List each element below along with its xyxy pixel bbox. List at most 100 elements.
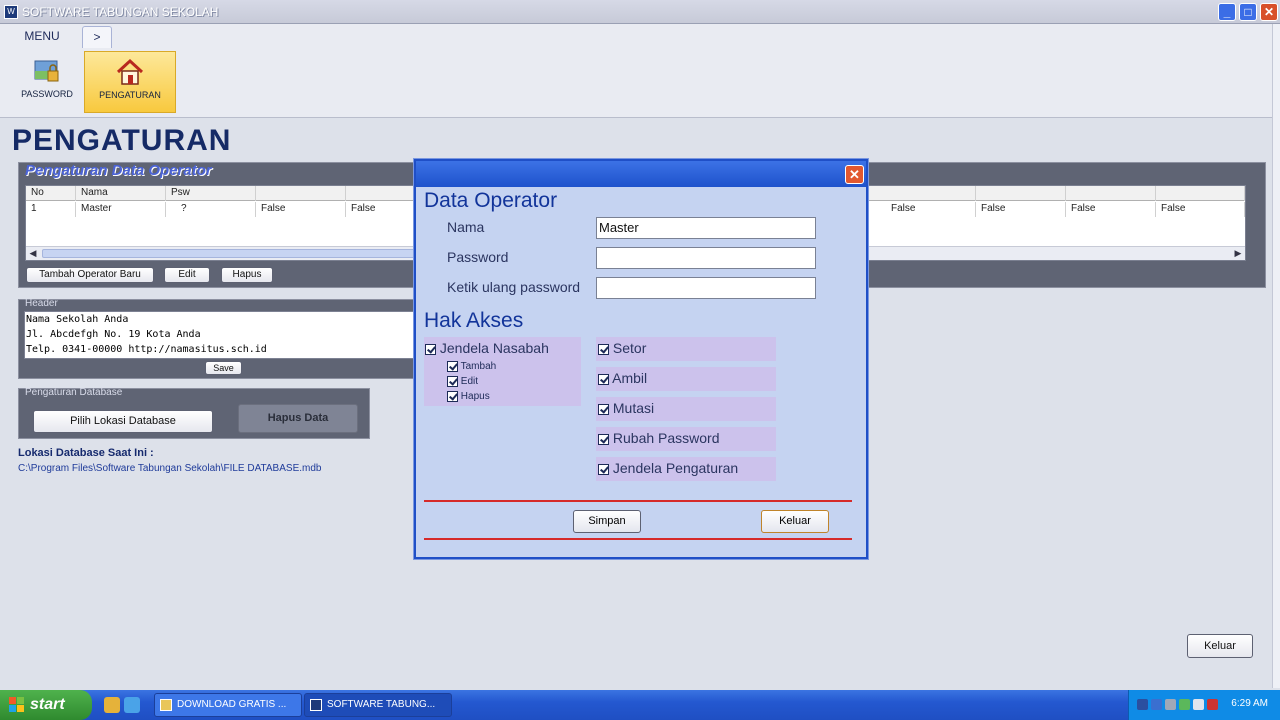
- cell-no: 1: [26, 202, 76, 217]
- cell-flag: False: [1066, 202, 1156, 217]
- house-icon: [116, 58, 144, 85]
- simpan-button[interactable]: Simpan: [573, 510, 641, 533]
- column-header-blank[interactable]: [256, 186, 346, 201]
- taskbar-item-download[interactable]: DOWNLOAD GRATIS ...: [154, 693, 302, 717]
- app-icon: [310, 699, 322, 711]
- tambah-checkbox[interactable]: Tambah: [447, 361, 496, 372]
- tab-more[interactable]: >: [82, 26, 112, 48]
- start-button[interactable]: start: [0, 690, 92, 720]
- dialog-keluar-button[interactable]: Keluar: [761, 510, 829, 533]
- app-icon: W: [4, 5, 18, 19]
- system-tray: 6:29 AM: [1128, 690, 1280, 720]
- jendela-nasabah-label: Jendela Nasabah: [439, 340, 549, 356]
- jendela-nasabah-checkbox[interactable]: Jendela Nasabah: [425, 340, 549, 356]
- data-operator-dialog: ✕ Data Operator Nama Master Password Ket…: [414, 159, 868, 559]
- cell-flag: False: [976, 202, 1066, 217]
- checkbox-icon[interactable]: [598, 343, 609, 355]
- checkbox-icon[interactable]: [598, 373, 609, 385]
- checkbox-icon[interactable]: [447, 361, 458, 372]
- pilih-lokasi-button[interactable]: Pilih Lokasi Database: [33, 410, 213, 433]
- column-header-psw[interactable]: Psw: [166, 186, 256, 201]
- tab-menu[interactable]: MENU: [14, 26, 70, 48]
- tray-icon[interactable]: [1165, 699, 1176, 710]
- minimize-button[interactable]: _: [1218, 3, 1236, 21]
- column-header-blank[interactable]: [886, 186, 976, 201]
- pengaturan-ribbon-button[interactable]: PENGATURAN: [84, 51, 176, 113]
- header-line: Telp. 0341-00000 http://namasitus.sch.id: [26, 344, 267, 355]
- ketik-ulang-label: Ketik ulang password: [447, 279, 581, 295]
- dialog-heading: Data Operator: [424, 189, 558, 212]
- checkbox-icon[interactable]: [447, 391, 458, 402]
- header-line: Jl. Abcdefgh No. 19 Kota Anda: [26, 329, 201, 340]
- column-header-nama[interactable]: Nama: [76, 186, 166, 201]
- window-title: SOFTWARE TABUNGAN SEKOLAH: [22, 5, 219, 19]
- password-ribbon-button[interactable]: PASSWORD: [14, 51, 80, 113]
- taskbar: start DOWNLOAD GRATIS ... SOFTWARE TABUN…: [0, 690, 1280, 720]
- cell-nama: Master: [76, 202, 166, 217]
- ambil-label: Ambil: [612, 370, 648, 386]
- pengaturan-ribbon-label: PENGATURAN: [99, 90, 161, 100]
- tambah-label: Tambah: [460, 361, 497, 373]
- windows-flag-icon: [9, 697, 24, 712]
- tray-icon[interactable]: [1179, 699, 1190, 710]
- jendela-pengaturan-checkbox[interactable]: Jendela Pengaturan: [596, 457, 776, 481]
- taskbar-item-software[interactable]: SOFTWARE TABUNG...: [304, 693, 452, 717]
- tray-icon[interactable]: [1137, 699, 1148, 710]
- tray-icon[interactable]: [1151, 699, 1162, 710]
- page-title: PENGATURAN: [12, 124, 232, 157]
- rubah-password-checkbox[interactable]: Rubah Password: [596, 427, 776, 451]
- edit-button[interactable]: Edit: [164, 267, 210, 283]
- quicklaunch-folder-icon[interactable]: [104, 697, 120, 713]
- column-header-blank[interactable]: [1156, 186, 1245, 201]
- ambil-checkbox[interactable]: Ambil: [596, 367, 776, 391]
- mutasi-checkbox[interactable]: Mutasi: [596, 397, 776, 421]
- dialog-close-icon[interactable]: ✕: [845, 165, 864, 184]
- quicklaunch-browser-icon[interactable]: [124, 697, 140, 713]
- database-group-label: Pengaturan Database: [25, 387, 123, 398]
- password-input[interactable]: [596, 247, 816, 269]
- maximize-button[interactable]: □: [1239, 3, 1257, 21]
- hapus-data-button[interactable]: Hapus Data: [238, 404, 358, 433]
- cell-psw: ?: [166, 202, 256, 217]
- ribbon: MENU > PASSWORD PENGATURAN: [0, 24, 1280, 118]
- checkbox-icon[interactable]: [447, 376, 458, 387]
- browser-icon: [160, 699, 172, 711]
- column-header-no[interactable]: No: [26, 186, 76, 201]
- header-textarea[interactable]: Nama Sekolah Anda Jl. Abcdefgh No. 19 Ko…: [24, 311, 416, 359]
- save-button[interactable]: Save: [205, 361, 242, 375]
- rubah-password-label: Rubah Password: [612, 430, 720, 446]
- nama-label: Nama: [447, 219, 485, 235]
- tray-icon[interactable]: [1207, 699, 1218, 710]
- vertical-scrollbar[interactable]: [1272, 24, 1280, 688]
- hapus-checkbox[interactable]: Hapus: [447, 391, 490, 402]
- checkbox-icon[interactable]: [598, 463, 609, 475]
- checkbox-icon[interactable]: [598, 403, 609, 415]
- ketik-ulang-input[interactable]: [596, 277, 816, 299]
- edit-checkbox[interactable]: Edit: [447, 376, 478, 387]
- clock: 6:29 AM: [1231, 698, 1268, 709]
- dialog-titlebar[interactable]: ✕: [416, 161, 866, 187]
- cell-flag: False: [256, 202, 346, 217]
- column-header-blank[interactable]: [1066, 186, 1156, 201]
- checkbox-icon[interactable]: [425, 343, 436, 355]
- scroll-left-icon[interactable]: ◀: [26, 247, 40, 260]
- nama-input[interactable]: Master: [596, 217, 816, 239]
- tambah-operator-button[interactable]: Tambah Operator Baru: [26, 267, 154, 283]
- divider: [424, 538, 852, 540]
- close-button[interactable]: ✕: [1260, 3, 1278, 21]
- mutasi-label: Mutasi: [612, 400, 655, 416]
- setor-checkbox[interactable]: Setor: [596, 337, 776, 361]
- scroll-right-icon[interactable]: ▶: [1231, 247, 1245, 260]
- taskbar-item-label: SOFTWARE TABUNG...: [327, 699, 436, 710]
- tray-icon[interactable]: [1193, 699, 1204, 710]
- start-label: start: [30, 696, 65, 713]
- cell-flag: False: [346, 202, 416, 217]
- column-header-blank[interactable]: [976, 186, 1066, 201]
- hapus-button[interactable]: Hapus: [221, 267, 273, 283]
- setor-label: Setor: [612, 340, 647, 356]
- edit-label: Edit: [460, 376, 479, 388]
- keluar-button[interactable]: Keluar: [1187, 634, 1253, 658]
- lokasi-label: Lokasi Database Saat Ini :: [18, 447, 154, 459]
- checkbox-icon[interactable]: [598, 433, 609, 445]
- column-header-blank[interactable]: [346, 186, 416, 201]
